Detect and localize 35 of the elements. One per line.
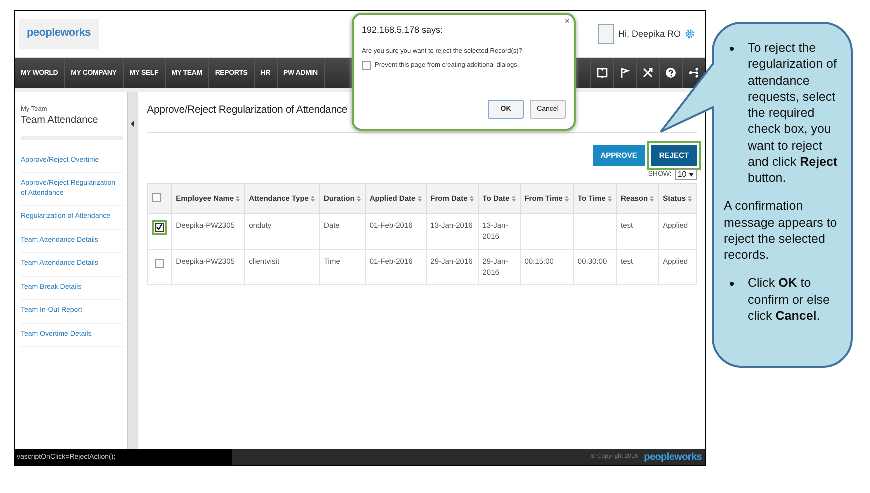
callout-text: A confirmation message appears to reject the selected records. [724, 198, 838, 264]
bullet-icon [730, 282, 734, 286]
avatar-icon [598, 24, 614, 44]
flag-icon[interactable] [620, 68, 630, 78]
sort-icon[interactable] [356, 196, 361, 202]
close-button[interactable]: × [564, 16, 570, 26]
sort-icon[interactable] [418, 196, 422, 202]
checkbox[interactable] [155, 258, 164, 268]
sort-icon[interactable] [310, 196, 315, 202]
caret-icon [689, 173, 694, 177]
checkbox[interactable] [362, 61, 371, 70]
page-size-select[interactable]: 10 [674, 169, 697, 180]
bullet-icon [730, 47, 734, 51]
sort-icon[interactable] [236, 196, 240, 202]
sort-icon[interactable] [564, 196, 569, 202]
user-greeting: Hi, Deepika RO [618, 29, 681, 39]
help-icon[interactable] [666, 68, 676, 78]
footer-logo: peopleworks [644, 452, 702, 462]
page-title: Approve/Reject Regularization of Attendance [147, 104, 348, 116]
sort-icon[interactable] [608, 196, 612, 202]
sort-icon[interactable] [512, 196, 516, 202]
book-icon[interactable] [596, 68, 608, 78]
sort-icon[interactable] [688, 196, 692, 202]
collapse-icon[interactable] [129, 120, 136, 128]
logo: peopleworks [19, 19, 99, 49]
sort-icon[interactable] [650, 196, 654, 202]
sidebar-title: Team Attendance [21, 115, 100, 126]
sort-icon[interactable] [470, 196, 474, 202]
callout-text: To reject the regularization of attendance requests, select the required check box, you want to reject and click Reject button. [748, 40, 839, 186]
settings-icon[interactable] [685, 29, 695, 39]
checkbox[interactable] [155, 223, 164, 232]
select-all-checkbox[interactable] [152, 193, 162, 202]
dialog-title: 192.168.5.178 says: [362, 25, 444, 35]
callout-text: Click OK to confirm or else click Cancel. [748, 275, 831, 324]
share-icon[interactable] [689, 68, 699, 78]
